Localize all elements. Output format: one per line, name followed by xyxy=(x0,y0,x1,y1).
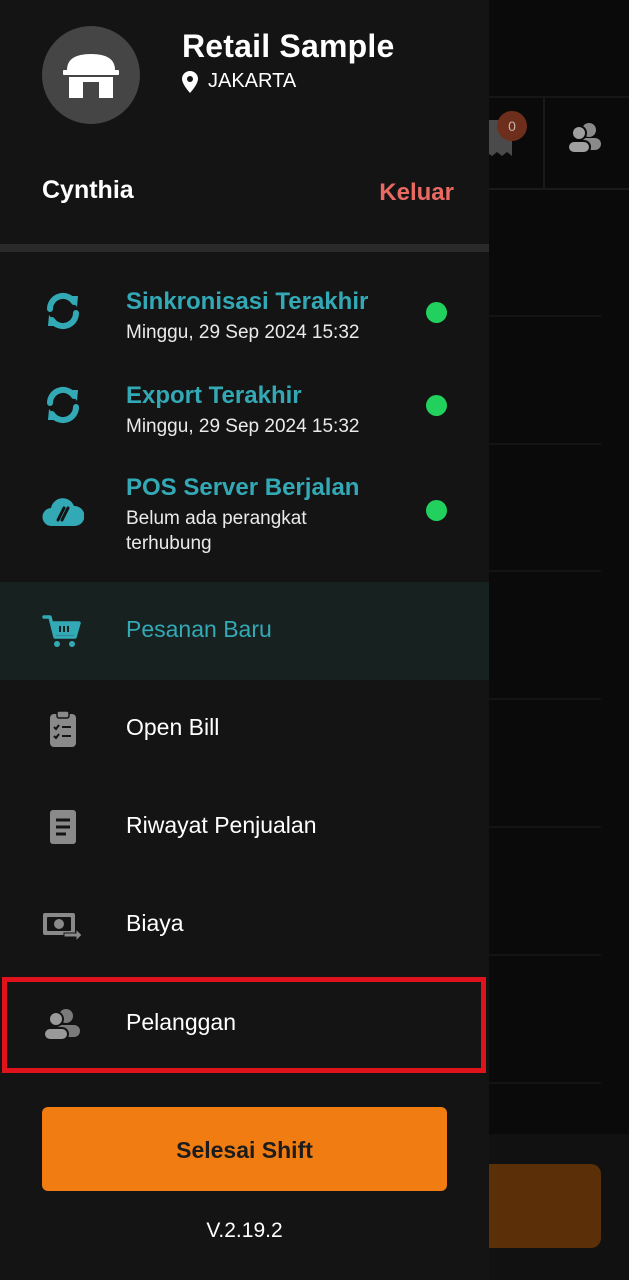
user-name: Cynthia xyxy=(42,176,134,204)
app-screen: 0 Retail Sample JAKARTA Cynthia Keluar S… xyxy=(0,0,629,1280)
status-subtitle: Minggu, 29 Sep 2024 15:32 xyxy=(126,322,360,343)
customers-icon[interactable] xyxy=(565,118,605,158)
store-location-text: JAKARTA xyxy=(208,70,297,92)
background-row-divider xyxy=(489,698,601,700)
background-pay-button xyxy=(470,1164,601,1248)
background-row-divider xyxy=(489,315,601,317)
app-version: V.2.19.2 xyxy=(206,1219,283,1242)
status-title: Export Terakhir xyxy=(126,382,302,409)
store-logo xyxy=(42,26,140,124)
store-name: Retail Sample xyxy=(182,28,395,64)
background-row-divider xyxy=(489,954,601,956)
navigation-drawer: Retail Sample JAKARTA Cynthia Keluar Sin… xyxy=(0,0,489,1280)
logout-button[interactable]: Keluar xyxy=(379,179,454,207)
background-row-divider xyxy=(489,826,601,828)
store-icon xyxy=(63,54,119,98)
menu-item-label: Pelanggan xyxy=(126,1009,236,1035)
status-item-pos-server: POS Server Berjalan Belum ada perangkat … xyxy=(0,458,489,570)
cash-icon xyxy=(43,913,82,943)
status-subtitle: Minggu, 29 Sep 2024 15:32 xyxy=(126,416,360,437)
store-header: Retail Sample JAKARTA Cynthia Keluar xyxy=(0,0,489,244)
sync-icon xyxy=(46,386,80,424)
receipt-count-badge: 0 xyxy=(497,111,527,141)
cloud-server-icon xyxy=(42,498,84,527)
menu-item-pelanggan[interactable]: Pelanggan xyxy=(0,975,489,1073)
menu-item-pesanan-baru[interactable]: Pesanan Baru xyxy=(0,582,489,680)
menu-item-open-bill[interactable]: Open Bill xyxy=(0,680,489,778)
status-title: Sinkronisasi Terakhir xyxy=(126,288,369,315)
status-item-export: Export Terakhir Minggu, 29 Sep 2024 15:3… xyxy=(0,364,489,456)
cart-icon xyxy=(42,615,81,647)
end-shift-button[interactable]: Selesai Shift xyxy=(42,1107,447,1191)
status-indicator xyxy=(426,302,447,323)
map-pin-icon xyxy=(182,70,198,93)
background-row-divider xyxy=(489,570,601,572)
menu-item-biaya[interactable]: Biaya xyxy=(0,876,489,974)
status-item-sync: Sinkronisasi Terakhir Minggu, 29 Sep 202… xyxy=(0,270,489,362)
status-indicator xyxy=(426,500,447,521)
clipboard-icon xyxy=(50,710,76,747)
menu-item-label: Pesanan Baru xyxy=(126,616,272,642)
menu-item-label: Riwayat Penjualan xyxy=(126,812,317,838)
status-title: POS Server Berjalan xyxy=(126,474,360,501)
document-icon xyxy=(50,810,76,844)
customers-icon xyxy=(43,1009,80,1041)
status-indicator xyxy=(426,395,447,416)
background-row-divider xyxy=(489,443,601,445)
background-toolbar-separator xyxy=(543,98,545,188)
background-row-divider xyxy=(489,1082,601,1084)
sync-icon xyxy=(46,292,80,330)
header-divider xyxy=(0,244,489,252)
menu-item-riwayat-penjualan[interactable]: Riwayat Penjualan xyxy=(0,778,489,876)
menu-item-label: Open Bill xyxy=(126,714,220,740)
store-location: JAKARTA xyxy=(182,70,296,93)
menu-item-label: Biaya xyxy=(126,910,184,936)
status-subtitle: Belum ada perangkat terhubung xyxy=(126,508,307,554)
